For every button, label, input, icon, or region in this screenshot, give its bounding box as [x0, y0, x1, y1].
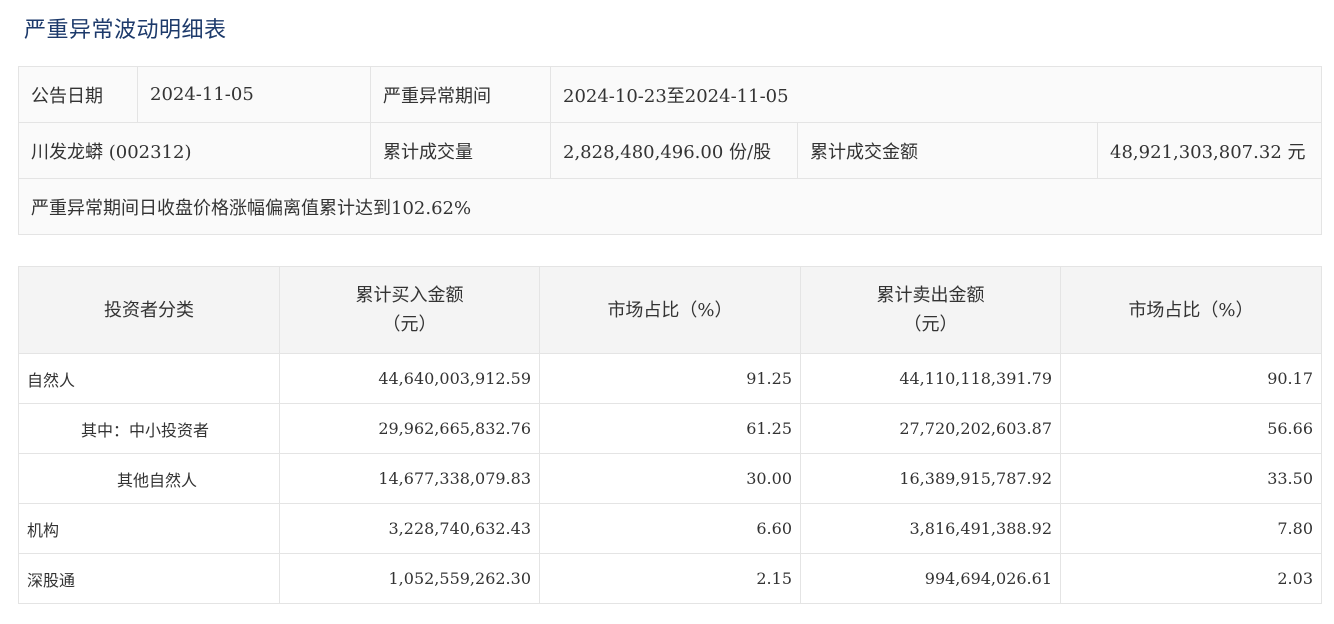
buy-amount-cell: 14,677,338,079.83	[279, 453, 540, 504]
category-cell: 机构	[18, 503, 280, 554]
table-row: 其他自然人 14,677,338,079.83 30.00 16,389,915…	[18, 453, 1322, 504]
table-row: 其中：中小投资者 29,962,665,832.76 61.25 27,720,…	[18, 403, 1322, 454]
sell-amount-cell: 16,389,915,787.92	[800, 453, 1061, 504]
sell-amount-cell: 994,694,026.61	[800, 553, 1061, 604]
summary-row-note: 严重异常期间日收盘价格涨幅偏离值累计达到102.62%	[17, 178, 1323, 235]
buy-share-cell: 91.25	[539, 353, 801, 404]
table-row: 深股通 1,052,559,262.30 2.15 994,694,026.61…	[18, 553, 1322, 604]
header-buy-share: 市场占比（%）	[539, 266, 801, 354]
amount-value: 48,921,303,807.32 元	[1096, 122, 1323, 179]
sell-amount-cell: 3,816,491,388.92	[800, 503, 1061, 554]
table-row: 机构 3,228,740,632.43 6.60 3,816,491,388.9…	[18, 503, 1322, 554]
amount-label: 累计成交金额	[797, 122, 1098, 179]
announce-date-label: 公告日期	[18, 66, 138, 123]
summary-row-volume: 川发龙蟒 (002312) 累计成交量 2,828,480,496.00 份/股…	[18, 122, 1323, 179]
category-cell: 其他自然人	[18, 453, 280, 504]
sell-share-cell: 2.03	[1060, 553, 1322, 604]
sell-share-cell: 90.17	[1060, 353, 1322, 404]
sell-amount-cell: 44,110,118,391.79	[800, 353, 1061, 404]
period-label: 严重异常期间	[370, 66, 551, 123]
category-cell: 自然人	[18, 353, 280, 404]
buy-amount-cell: 1,052,559,262.30	[279, 553, 540, 604]
category-cell: 深股通	[18, 553, 280, 604]
header-category: 投资者分类	[18, 266, 280, 354]
sell-share-cell: 56.66	[1060, 403, 1322, 454]
buy-amount-cell: 29,962,665,832.76	[279, 403, 540, 454]
stock-name: 川发龙蟒 (002312)	[18, 122, 371, 179]
volume-value: 2,828,480,496.00 份/股	[550, 122, 798, 179]
sell-share-cell: 7.80	[1060, 503, 1322, 554]
table-row: 自然人 44,640,003,912.59 91.25 44,110,118,3…	[18, 353, 1322, 404]
buy-share-cell: 61.25	[539, 403, 801, 454]
sell-share-cell: 33.50	[1060, 453, 1322, 504]
sell-amount-cell: 27,720,202,603.87	[800, 403, 1061, 454]
buy-amount-cell: 3,228,740,632.43	[279, 503, 540, 554]
header-sell-amount: 累计卖出金额 （元）	[800, 266, 1061, 354]
header-sell-share: 市场占比（%）	[1060, 266, 1322, 354]
category-cell: 其中：中小投资者	[18, 403, 280, 454]
header-row: 投资者分类 累计买入金额 （元） 市场占比（%） 累计卖出金额 （元） 市场占比…	[18, 266, 1322, 354]
page-title: 严重异常波动明细表	[24, 18, 227, 43]
deviation-note: 严重异常期间日收盘价格涨幅偏离值累计达到102.62%	[17, 178, 1323, 235]
period-value: 2024-10-23至2024-11-05	[549, 66, 1323, 123]
volume-label: 累计成交量	[370, 122, 551, 179]
buy-share-cell: 30.00	[539, 453, 801, 504]
header-sell-amount-line1: 累计卖出金额	[876, 285, 985, 306]
buy-share-cell: 6.60	[539, 503, 801, 554]
summary-table: 公告日期 2024-11-05 严重异常期间 2024-10-23至2024-1…	[17, 66, 1323, 235]
investor-detail-table: 投资者分类 累计买入金额 （元） 市场占比（%） 累计卖出金额 （元） 市场占比…	[18, 266, 1322, 604]
buy-share-cell: 2.15	[539, 553, 801, 604]
header-buy-amount-line1: 累计买入金额	[355, 285, 464, 306]
buy-amount-cell: 44,640,003,912.59	[279, 353, 540, 404]
announce-date-value: 2024-11-05	[137, 66, 371, 123]
summary-row-date: 公告日期 2024-11-05 严重异常期间 2024-10-23至2024-1…	[18, 66, 1323, 123]
header-sell-amount-line2: （元）	[903, 314, 958, 335]
header-buy-amount: 累计买入金额 （元）	[279, 266, 540, 354]
header-buy-amount-line2: （元）	[382, 314, 437, 335]
